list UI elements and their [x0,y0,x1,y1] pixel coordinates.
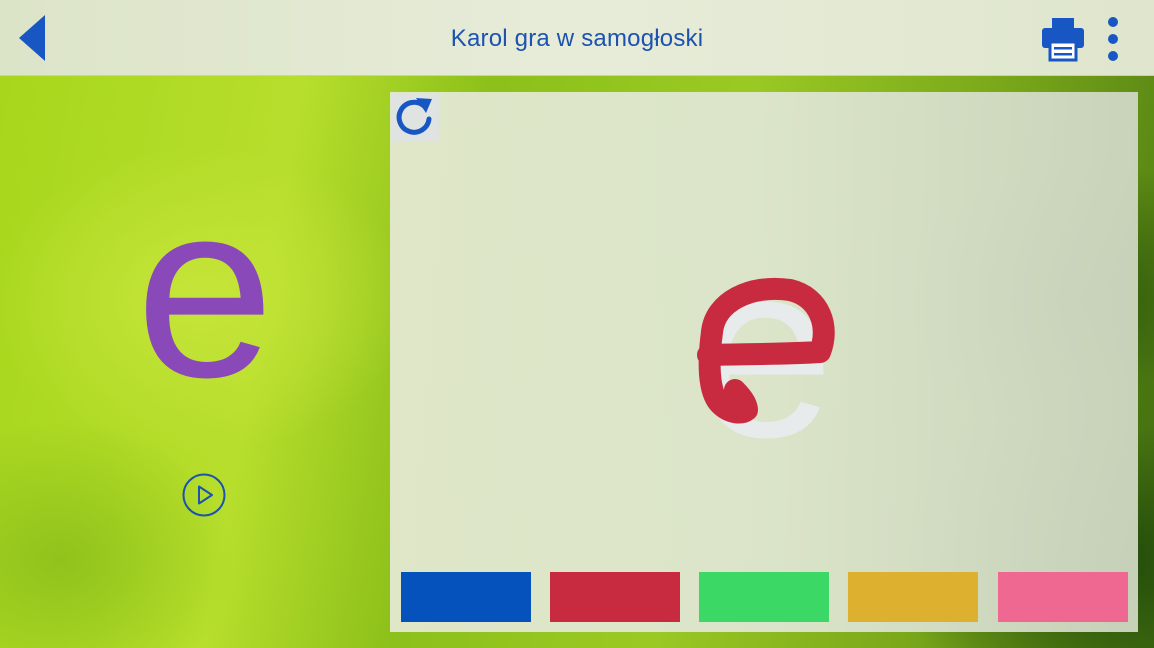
top-app-bar: Karol gra w samogłoski [0,0,1154,76]
more-vertical-icon [1108,17,1118,61]
overflow-menu-button[interactable] [1100,14,1126,64]
color-swatch-pink[interactable] [998,572,1128,622]
refresh-icon [396,98,432,135]
page-title: Karol gra w samogłoski [450,25,704,52]
drawing-panel: e [390,92,1138,632]
color-swatch-red[interactable] [550,572,680,622]
printer-icon [1042,18,1084,62]
reset-drawing-button[interactable] [391,94,439,142]
vowel-letter: e [135,150,275,429]
color-swatch-blue[interactable] [401,572,531,622]
drawing-canvas[interactable]: e [390,92,1138,562]
play-icon [182,473,226,517]
color-swatch-yellow[interactable] [848,572,978,622]
print-button[interactable] [1038,14,1088,64]
color-swatch-green[interactable] [699,572,829,622]
play-sound-button[interactable] [182,473,226,517]
